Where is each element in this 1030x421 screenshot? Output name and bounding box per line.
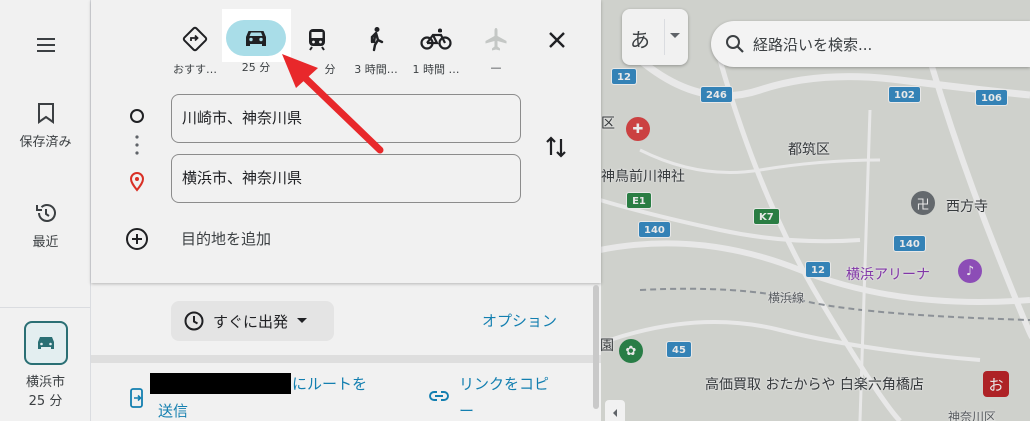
recent-trip-place: 横浜市 (25, 375, 65, 390)
mode-driving[interactable]: 25 分 (226, 20, 286, 75)
section-divider (91, 355, 601, 363)
plus-circle-icon (126, 228, 148, 250)
zoo-icon[interactable]: ✿ (619, 339, 643, 363)
map-label: 神奈川区 (948, 410, 997, 421)
bookmark-icon (37, 103, 54, 124)
chevron-left-icon (613, 409, 617, 417)
route-shield: 140 (638, 221, 671, 238)
language-label: あ (630, 28, 650, 52)
send-to-phone-icon (130, 388, 143, 408)
depart-label: すぐに出発 (213, 312, 289, 331)
route-shield: 12 (805, 261, 831, 278)
shop-logo-icon[interactable]: お (983, 371, 1009, 397)
directions-panel: おすす… 25 分 分 3 時間… 1 時間 … — 川崎市、神奈川県 横浜市、… (91, 0, 601, 421)
map-label: 都筑区 (788, 142, 830, 158)
mode-walking-time: 3 時間… (354, 63, 398, 76)
walk-icon (370, 27, 384, 52)
destination-input[interactable]: 横浜市、神奈川県 (171, 154, 521, 203)
caret-down-icon (670, 33, 680, 38)
link-icon (429, 391, 449, 401)
add-destination-label[interactable]: 目的地を追加 (181, 228, 271, 249)
map-label: 横浜アリーナ (846, 267, 930, 283)
depart-time-button[interactable]: すぐに出発 (171, 301, 334, 341)
route-shield: 140 (893, 235, 926, 252)
map-label: 区 (601, 116, 615, 132)
copy-link-text[interactable]: リンクをコピ (459, 373, 549, 394)
history-icon (35, 204, 56, 222)
swap-vertical-icon (546, 136, 566, 158)
hamburger-icon (36, 38, 55, 52)
music-venue-icon[interactable]: ♪ (958, 259, 982, 283)
route-markers (129, 109, 145, 192)
recent-trip-time: 25 分 (28, 394, 63, 409)
add-destination-button[interactable] (124, 226, 150, 252)
mode-cycling-time: 1 時間 … (412, 63, 460, 76)
mode-cycling[interactable]: 1 時間 … (406, 20, 466, 77)
route-shield: E1 (626, 192, 652, 209)
directions-card: おすす… 25 分 分 3 時間… 1 時間 … — 川崎市、神奈川県 横浜市、… (91, 0, 601, 283)
map-label: 高価買取 おたからや 白楽六角橋店 (705, 377, 924, 393)
swap-button[interactable] (543, 133, 569, 161)
clock-icon (184, 311, 204, 331)
send-route-text-2[interactable]: 送信 (158, 400, 188, 421)
mode-flights[interactable]: — (466, 20, 526, 74)
rail-divider (0, 307, 91, 308)
recent-trip-thumb (23, 321, 68, 365)
close-icon (549, 32, 565, 48)
mode-walking[interactable]: 3 時間… (346, 20, 406, 77)
mode-transit-time: 分 (324, 63, 336, 76)
diamond-turn-icon (182, 26, 208, 52)
bicycle-icon (420, 28, 452, 50)
saved-button[interactable]: 保存済み (0, 101, 91, 150)
panel-scrollbar[interactable] (593, 285, 599, 409)
plane-icon (485, 28, 507, 51)
caret-down-icon (297, 318, 308, 323)
destination-value: 横浜市、神奈川県 (182, 169, 303, 187)
route-shield: 102 (888, 86, 921, 103)
language-divider (664, 19, 665, 55)
route-shield: K7 (753, 208, 780, 225)
map-label: 神鳥前川神社 (601, 169, 685, 185)
close-button[interactable] (543, 26, 571, 54)
redacted-device-name (150, 373, 291, 394)
recent-label: 最近 (32, 235, 59, 250)
search-along-route[interactable]: 経路沿いを検索... (711, 21, 1030, 67)
train-icon (309, 29, 325, 51)
route-shield: 12 (611, 68, 637, 85)
send-route-text[interactable]: にルートを (292, 373, 367, 394)
collapse-panel-button[interactable] (605, 400, 625, 421)
map-label: 園 (600, 338, 614, 354)
mode-best[interactable]: おすす… (165, 20, 225, 77)
mode-transit[interactable]: 分 (287, 20, 347, 77)
car-icon (246, 31, 266, 46)
map-label: 横浜線 (768, 291, 805, 305)
saved-label: 保存済み (19, 135, 72, 150)
language-button[interactable]: あ (622, 9, 688, 65)
origin-value: 川崎市、神奈川県 (182, 109, 303, 127)
route-shield: 106 (975, 89, 1008, 106)
mode-driving-time: 25 分 (241, 61, 271, 74)
options-link[interactable]: オプション (482, 310, 557, 331)
origin-input[interactable]: 川崎市、神奈川県 (171, 94, 521, 143)
search-placeholder: 経路沿いを検索... (753, 35, 873, 54)
left-rail: 保存済み 最近 横浜市 25 分 (0, 0, 91, 421)
route-shield: 246 (700, 86, 733, 103)
recent-trip-button[interactable]: 横浜市 25 分 (0, 321, 91, 409)
mode-flights-time: — (490, 61, 502, 74)
car-icon (37, 337, 54, 349)
copy-link-text-2[interactable]: ー (459, 400, 474, 421)
menu-button[interactable] (0, 33, 91, 63)
hospital-icon[interactable]: ✚ (626, 117, 650, 141)
recent-button[interactable]: 最近 (0, 201, 91, 250)
route-shield: 45 (666, 341, 692, 358)
mode-best-time: おすす… (173, 63, 217, 76)
temple-icon[interactable]: 卍 (911, 191, 935, 215)
search-icon (726, 35, 744, 53)
map-label: 西方寺 (946, 199, 988, 215)
